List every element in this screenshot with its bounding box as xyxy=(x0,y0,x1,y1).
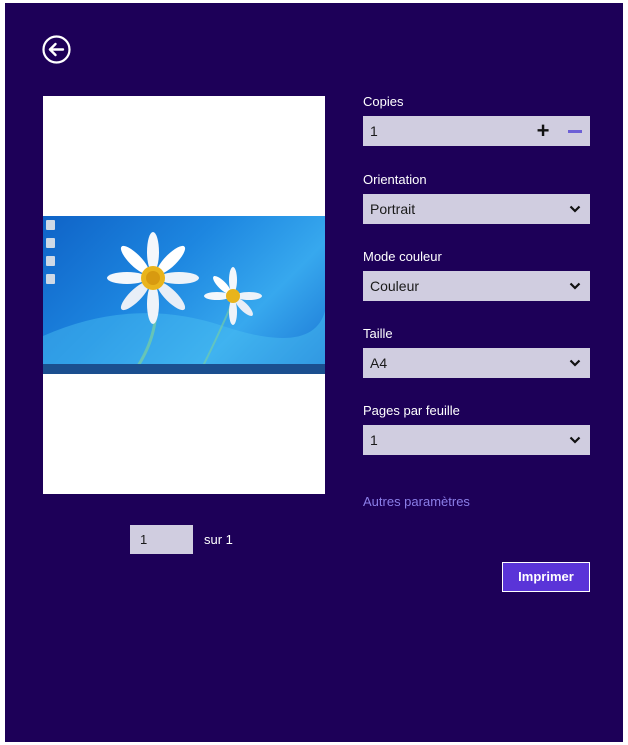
print-panel: Copies 1 + Orientation Portrait Mode cou… xyxy=(5,3,623,742)
print-preview xyxy=(43,96,325,494)
page-number-input[interactable]: 1 xyxy=(130,525,193,554)
back-button[interactable] xyxy=(41,34,72,65)
desktop-icon xyxy=(46,220,55,230)
pages-per-sheet-label: Pages par feuille xyxy=(363,403,460,418)
daisy-wallpaper-image xyxy=(43,232,325,374)
copies-value: 1 xyxy=(370,123,378,139)
preview-desktop-image xyxy=(43,216,325,374)
size-label: Taille xyxy=(363,326,393,341)
color-mode-select[interactable]: Couleur xyxy=(363,271,590,301)
pages-per-sheet-select[interactable]: 1 xyxy=(363,425,590,455)
orientation-select[interactable]: Portrait xyxy=(363,194,590,224)
size-value: A4 xyxy=(370,355,388,371)
desktop-icon xyxy=(46,256,55,266)
chevron-down-icon xyxy=(569,435,581,445)
chevron-down-icon xyxy=(569,281,581,291)
copies-label: Copies xyxy=(363,94,404,109)
more-settings-link[interactable]: Autres paramètres xyxy=(363,494,470,509)
preview-taskbar xyxy=(43,364,325,374)
color-mode-value: Couleur xyxy=(370,278,420,294)
page-total-label: sur 1 xyxy=(204,532,233,547)
color-mode-label: Mode couleur xyxy=(363,249,442,264)
print-button[interactable]: Imprimer xyxy=(502,562,590,592)
pages-per-sheet-value: 1 xyxy=(370,432,378,448)
chevron-down-icon xyxy=(569,358,581,368)
orientation-value: Portrait xyxy=(370,201,416,217)
copies-field[interactable]: 1 + xyxy=(363,116,590,146)
copies-increment-button[interactable]: + xyxy=(534,116,552,146)
copies-decrement-button[interactable] xyxy=(568,130,582,133)
size-select[interactable]: A4 xyxy=(363,348,590,378)
back-arrow-circle-icon xyxy=(42,35,71,64)
orientation-label: Orientation xyxy=(363,172,427,187)
desktop-icon xyxy=(46,238,55,248)
chevron-down-icon xyxy=(569,204,581,214)
desktop-icon xyxy=(46,274,55,284)
